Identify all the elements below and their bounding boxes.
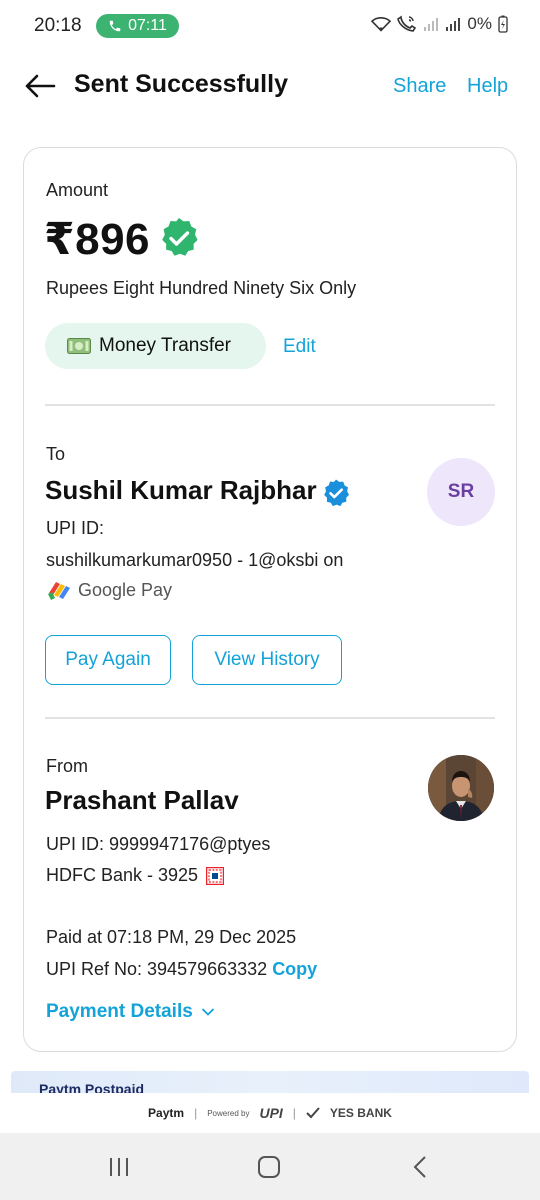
ongoing-call-pill[interactable]: 07:11 — [96, 14, 179, 38]
payer-upi-id: UPI ID: 9999947176@ptyes — [46, 834, 271, 854]
system-back-button[interactable] — [400, 1151, 440, 1183]
arrow-left-icon — [25, 74, 56, 98]
payee-upi-id: sushilkumarkumar0950 - 1@oksbi on — [46, 550, 344, 570]
receipt-card: Amount ₹896 Rupees Eight Hundred Ninety … — [23, 147, 517, 1052]
upi-ref-number: UPI Ref No: 394579663332 — [46, 959, 268, 979]
powered-by-label: Powered by — [207, 1108, 250, 1118]
yes-bank-logo: YES BANK — [329, 1106, 392, 1120]
verified-badge-icon — [162, 218, 198, 256]
promo-banner[interactable]: Paytm Postpaid — [11, 1071, 529, 1093]
share-button[interactable]: Share — [393, 75, 446, 98]
promo-banner-text: Paytm Postpaid — [39, 1081, 145, 1093]
home-icon — [258, 1156, 280, 1178]
amount-in-words: Rupees Eight Hundred Ninety Six Only — [46, 278, 357, 298]
hdfc-bank-icon — [206, 866, 225, 885]
amount-value: ₹896 — [44, 215, 151, 264]
paytm-logo: Paytm — [148, 1106, 185, 1120]
recent-apps-icon — [110, 1158, 128, 1176]
recent-apps-button[interactable] — [99, 1151, 139, 1183]
payee-upi-label: UPI ID: — [46, 518, 105, 538]
google-pay-logo: Google Pay — [46, 579, 172, 601]
google-pay-label: Google Pay — [78, 579, 173, 600]
status-time: 20:18 — [34, 15, 82, 36]
payer-photo-icon — [428, 755, 494, 821]
category-chip[interactable]: Money Transfer — [45, 323, 266, 369]
back-button[interactable] — [20, 68, 60, 104]
signal-icon-2 — [446, 18, 461, 31]
brand-separator: | — [194, 1106, 198, 1120]
payee-avatar: SR — [427, 458, 495, 526]
payee-name: Sushil Kumar Rajbhar — [45, 475, 317, 505]
phone-icon — [109, 20, 121, 32]
battery-percent: 0% — [467, 14, 492, 33]
verified-check-icon — [324, 479, 349, 507]
view-history-button[interactable]: View History — [192, 635, 342, 685]
paid-at-timestamp: Paid at 07:18 PM, 29 Dec 2025 — [46, 927, 297, 947]
to-label: To — [46, 444, 66, 464]
amount-label: Amount — [46, 180, 109, 200]
payment-details-toggle[interactable]: Payment Details — [46, 1001, 215, 1023]
system-nav-bar — [0, 1133, 540, 1200]
money-icon — [67, 338, 91, 354]
wifi-calling-icon — [397, 15, 417, 32]
payment-details-label: Payment Details — [46, 1001, 193, 1022]
status-bar: 20:18 07:11 0% — [0, 0, 540, 54]
battery-icon — [498, 15, 508, 33]
edit-category-button[interactable]: Edit — [283, 336, 316, 358]
category-label: Money Transfer — [99, 335, 231, 356]
wifi-icon — [371, 16, 392, 32]
copy-ref-button[interactable]: Copy — [272, 959, 317, 979]
payer-name: Prashant Pallav — [45, 785, 239, 815]
payer-avatar — [428, 755, 494, 821]
payer-bank-label: HDFC Bank - 3925 — [46, 865, 199, 885]
brand-separator: | — [292, 1106, 296, 1120]
divider — [45, 717, 495, 719]
payer-bank: HDFC Bank - 3925 — [46, 865, 225, 886]
page-title: Sent Successfully — [74, 70, 288, 98]
footer-branding: Paytm | Powered by UPI | YES BANK — [0, 1093, 540, 1133]
google-pay-icon — [48, 582, 70, 600]
status-icons: 0% — [371, 14, 508, 34]
pay-again-button[interactable]: Pay Again — [45, 635, 171, 685]
from-label: From — [46, 756, 88, 776]
divider — [45, 404, 495, 406]
home-button[interactable] — [249, 1151, 289, 1183]
upi-logo: UPI — [259, 1105, 283, 1121]
call-duration: 07:11 — [128, 17, 167, 34]
header: Sent Successfully Share Help — [0, 58, 540, 114]
chevron-down-icon — [201, 1008, 214, 1016]
chevron-left-icon — [413, 1156, 426, 1178]
signal-icon — [424, 18, 439, 31]
upi-ref-row: UPI Ref No: 394579663332 Copy — [46, 959, 317, 980]
help-button[interactable]: Help — [467, 75, 508, 98]
yes-bank-tick-icon — [306, 1107, 320, 1119]
